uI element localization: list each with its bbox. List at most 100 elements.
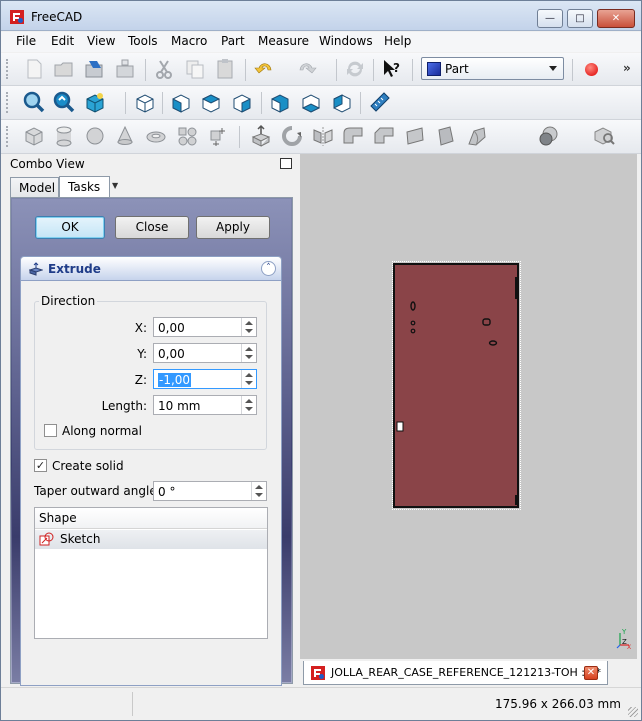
spin-up-icon[interactable] xyxy=(245,399,253,403)
length-label: Length: xyxy=(101,399,147,413)
cylinder-icon[interactable] xyxy=(51,123,77,149)
taper-angle-spinbox[interactable]: 0 ° xyxy=(153,481,267,501)
spin-down-icon[interactable] xyxy=(255,493,263,497)
list-item[interactable]: Sketch xyxy=(35,530,267,549)
tab-model[interactable]: Model xyxy=(10,177,59,198)
z-label: Z: xyxy=(134,373,147,387)
tab-tasks[interactable]: Tasks xyxy=(59,176,110,198)
part-model[interactable] xyxy=(393,263,519,508)
box-icon[interactable] xyxy=(21,123,47,149)
taper-angle-label: Taper outward angle xyxy=(34,484,157,498)
draw-style-icon[interactable] xyxy=(82,89,108,115)
toolbar-overflow-icon[interactable]: » xyxy=(623,61,631,75)
new-document-icon[interactable] xyxy=(21,56,47,82)
ruled-surface-icon[interactable] xyxy=(433,123,459,149)
whats-this-icon[interactable]: ? xyxy=(379,56,405,82)
record-macro-icon[interactable] xyxy=(585,63,598,76)
check-geometry-icon[interactable] xyxy=(591,123,617,149)
workbench-selector[interactable]: Part xyxy=(421,57,564,80)
y-spinbox[interactable]: 0,00 xyxy=(153,343,257,363)
toolbar-grip[interactable] xyxy=(6,92,9,113)
menu-measure[interactable]: Measure xyxy=(258,34,309,48)
menu-help[interactable]: Help xyxy=(384,34,411,48)
sphere-icon[interactable] xyxy=(82,123,108,149)
revolve-icon[interactable] xyxy=(279,123,305,149)
menu-edit[interactable]: Edit xyxy=(51,34,74,48)
top-view-icon[interactable] xyxy=(198,89,224,115)
paste-icon[interactable] xyxy=(212,56,238,82)
shape-builder-icon[interactable] xyxy=(205,123,231,149)
menu-macro[interactable]: Macro xyxy=(171,34,207,48)
fit-selection-icon[interactable] xyxy=(51,89,77,115)
x-spinbox[interactable]: 0,00 xyxy=(153,317,257,337)
copy-icon[interactable] xyxy=(182,56,208,82)
mirror-icon[interactable] xyxy=(310,123,336,149)
boolean-icon[interactable] xyxy=(536,123,562,149)
left-view-icon[interactable] xyxy=(329,89,355,115)
bottom-view-icon[interactable] xyxy=(298,89,324,115)
spin-up-icon[interactable] xyxy=(245,373,253,377)
open-document-icon[interactable] xyxy=(51,56,77,82)
svg-text:?: ? xyxy=(393,61,400,75)
shape-list[interactable]: Shape Sketch xyxy=(34,507,268,639)
front-view-icon[interactable] xyxy=(168,89,194,115)
axonometric-icon[interactable] xyxy=(132,89,158,115)
z-spinbox[interactable]: -1,00 xyxy=(153,369,257,389)
spin-down-icon[interactable] xyxy=(245,407,253,411)
rear-view-icon[interactable] xyxy=(267,89,293,115)
collapse-icon[interactable]: ˄ xyxy=(261,261,276,276)
make-face-icon[interactable] xyxy=(402,123,428,149)
create-solid-checkbox[interactable]: ✓ xyxy=(34,459,47,472)
right-view-icon[interactable] xyxy=(229,89,255,115)
minimize-button[interactable]: — xyxy=(537,9,563,28)
create-solid-label: Create solid xyxy=(52,459,124,473)
menu-file[interactable]: File xyxy=(16,34,36,48)
torus-icon[interactable] xyxy=(143,123,169,149)
along-normal-checkbox[interactable] xyxy=(44,424,57,437)
undo-icon[interactable] xyxy=(251,56,277,82)
close-icon[interactable]: ✕ xyxy=(584,666,598,680)
ok-button[interactable]: OK xyxy=(35,216,105,239)
shape-list-header[interactable]: Shape xyxy=(35,508,267,529)
menu-view[interactable]: View xyxy=(87,34,115,48)
menu-windows[interactable]: Windows xyxy=(319,34,373,48)
freecad-window: FreeCAD — □ ✕ File Edit View Tools Macro… xyxy=(0,0,642,721)
spin-up-icon[interactable] xyxy=(255,485,263,489)
spin-down-icon[interactable] xyxy=(245,329,253,333)
close-dialog-button[interactable]: Close xyxy=(115,216,189,239)
spin-up-icon[interactable] xyxy=(245,347,253,351)
refresh-icon[interactable] xyxy=(342,56,368,82)
close-button[interactable]: ✕ xyxy=(597,9,635,28)
save-as-icon[interactable] xyxy=(112,56,138,82)
create-primitives-icon[interactable] xyxy=(174,123,200,149)
maximize-button[interactable]: □ xyxy=(567,9,593,28)
fillet-icon[interactable] xyxy=(340,123,366,149)
fit-all-icon[interactable] xyxy=(21,89,47,115)
spin-down-icon[interactable] xyxy=(245,355,253,359)
spin-up-icon[interactable] xyxy=(245,321,253,325)
cut-icon[interactable] xyxy=(151,56,177,82)
y-value: 0,00 xyxy=(158,347,185,361)
cone-icon[interactable] xyxy=(112,123,138,149)
chamfer-icon[interactable] xyxy=(371,123,397,149)
document-tab[interactable]: JOLLA_REAR_CASE_REFERENCE_121213-TOH : 1… xyxy=(303,661,608,685)
svg-text:Y: Y xyxy=(621,628,627,636)
draw-style-dropdown-icon[interactable]: ▼ xyxy=(112,181,118,190)
loft-icon[interactable] xyxy=(464,123,490,149)
extrude-task-header[interactable]: Extrude ˄ xyxy=(21,257,281,281)
menu-tools[interactable]: Tools xyxy=(128,34,158,48)
spin-down-icon[interactable] xyxy=(245,381,253,385)
redo-icon[interactable] xyxy=(294,56,320,82)
save-icon[interactable] xyxy=(81,56,107,82)
extrude-icon[interactable] xyxy=(248,123,274,149)
toolbar-grip[interactable] xyxy=(6,126,9,147)
toolbar-grip[interactable] xyxy=(6,59,9,79)
measure-distance-icon[interactable] xyxy=(367,89,393,115)
menu-part[interactable]: Part xyxy=(221,34,245,48)
apply-button[interactable]: Apply xyxy=(196,216,270,239)
length-spinbox[interactable]: 10 mm xyxy=(153,395,257,415)
float-panel-icon[interactable] xyxy=(280,158,292,169)
resize-grip-icon[interactable] xyxy=(628,707,638,717)
sketch-icon xyxy=(39,532,54,546)
svg-text:X: X xyxy=(627,644,631,649)
